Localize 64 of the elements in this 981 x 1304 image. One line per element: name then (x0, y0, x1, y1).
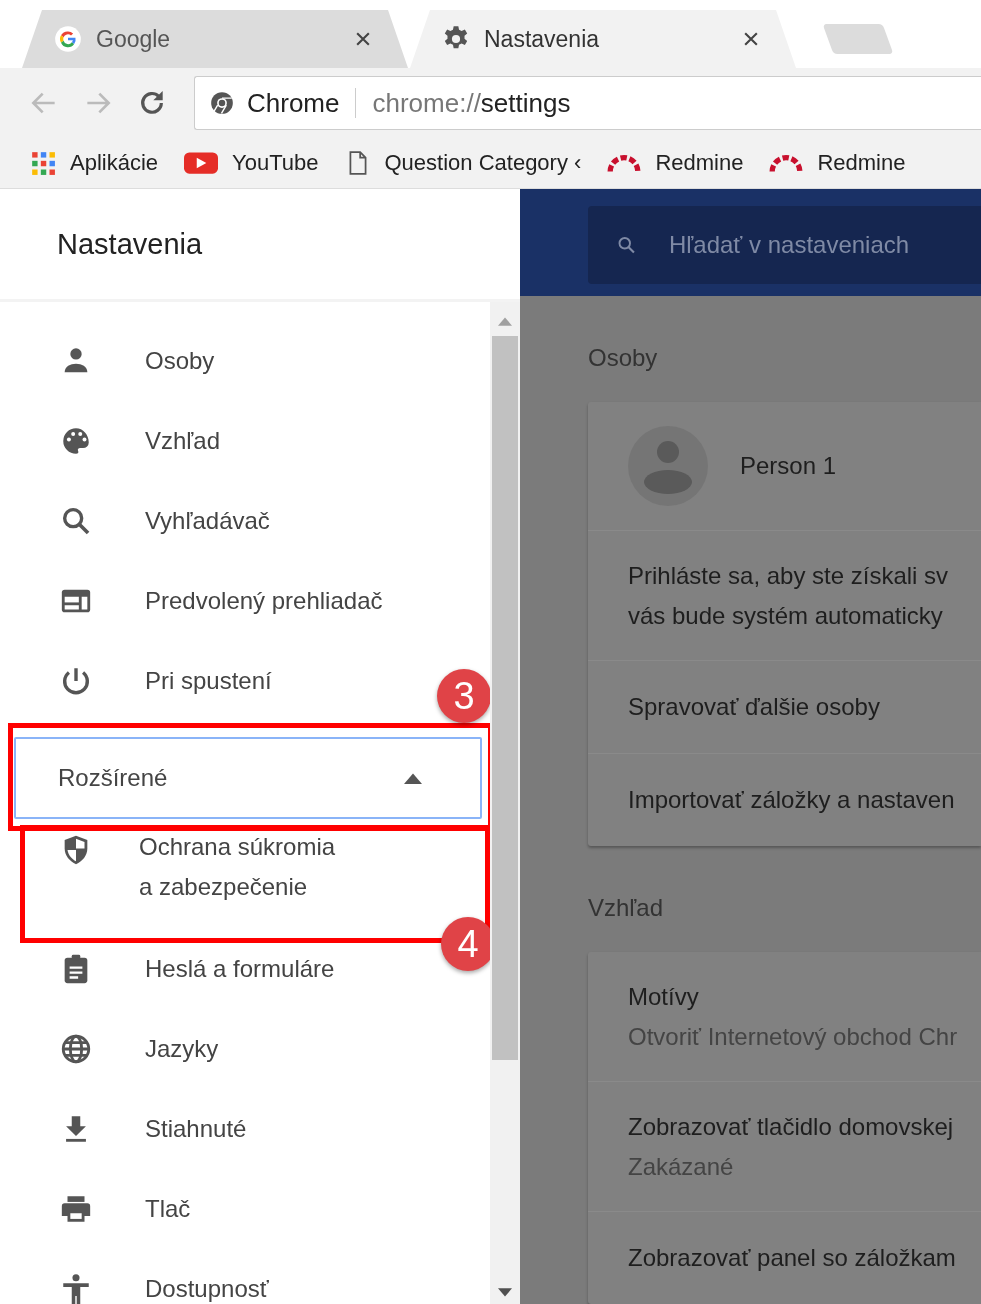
menu-label: Osoby (145, 346, 215, 376)
row-text: Spravovať ďalšie osoby (628, 692, 881, 722)
section-title: Vzhľad (588, 894, 665, 923)
settings-row[interactable]: Importovať záložky a nastaven (588, 754, 981, 846)
bookmark[interactable]: Redmine (607, 150, 744, 176)
settings-row[interactable]: Zobrazovať panel so záložkam (588, 1212, 981, 1304)
profile-name: Person 1 (740, 451, 837, 481)
setting-title: Motívy (628, 981, 700, 1012)
bookmark[interactable]: Redmine (769, 150, 906, 176)
menu-label[interactable]: Heslá a formuláre (145, 949, 335, 989)
play-icon (184, 150, 219, 176)
row-text: Importovať záložky a nastaven (628, 785, 956, 815)
avatar-icon (628, 426, 708, 506)
tab-title: Nastavenia (484, 25, 601, 53)
menu-label[interactable]: Jazyky (145, 1029, 219, 1069)
search-input[interactable]: Hľadať v nastaveniach (667, 230, 981, 260)
browser-tab[interactable]: Nastavenia (410, 10, 796, 68)
menu-item[interactable]: Osoby (0, 321, 227, 401)
row-text: Prihláste sa, aby ste získali sv (628, 560, 950, 591)
scroll-up-arrow-icon[interactable] (498, 316, 512, 326)
settings-row[interactable]: Motívy Otvoriť Internetový obchod Chr (588, 952, 981, 1082)
globe-icon (59, 1032, 93, 1066)
menu-label[interactable]: Stiahnuté (145, 1109, 247, 1149)
google-logo-icon (54, 25, 82, 53)
menu-label: Vzhľad (145, 426, 221, 456)
menu-label: Vyhľadávač (145, 506, 270, 536)
step-badge: 3 (437, 669, 490, 723)
row-text: vás bude systém automaticky (628, 600, 944, 631)
menu-label: Pri spustení (145, 666, 272, 696)
bookmark[interactable]: Question Category ‹ (344, 150, 582, 176)
bookmark[interactable]: Aplikácie (30, 150, 159, 176)
step-badge: 4 (441, 917, 490, 971)
site-label: Chrome (247, 87, 340, 119)
close-icon[interactable] (356, 32, 370, 46)
tab-title: Google (96, 25, 172, 53)
menu-item[interactable]: Vyhľadávač (0, 481, 282, 561)
menu-label: Predvolený prehliadač (145, 586, 383, 616)
apps-grid-icon (30, 150, 56, 176)
menu-item[interactable]: Predvolený prehliadač (0, 561, 395, 641)
sidebar-title: Nastavenia (57, 227, 203, 261)
menu-label[interactable]: Ochrana súkromia a zabezpečenie (139, 827, 351, 907)
browser-tab[interactable]: Google (22, 10, 408, 68)
setting-value: Zakázané (628, 1151, 735, 1182)
scrollbar[interactable] (490, 302, 520, 1304)
advanced-toggle[interactable]: Rozšírené (14, 737, 482, 819)
scroll-down-arrow-icon[interactable] (498, 1288, 512, 1298)
setting-title: Zobrazovať tlačidlo domovskej (628, 1111, 955, 1142)
menu-item[interactable]: Vzhľad (0, 401, 233, 481)
section-title: Osoby (588, 344, 659, 373)
settings-row[interactable]: Spravovať ďalšie osoby (588, 661, 981, 754)
bookmark[interactable]: YouTube (184, 150, 319, 176)
url-text: chrome://settings (372, 87, 571, 119)
search-field[interactable]: Hľadať v nastaveniach (588, 206, 981, 284)
caret-icon (404, 772, 422, 784)
address-bar[interactable]: Chrome chrome://settings (194, 76, 981, 130)
settings-row[interactable]: Zobrazovať tlačidlo domovskej Zakázané (588, 1082, 981, 1212)
settings-row[interactable]: Prihláste sa, aby ste získali sv vás bude systém automaticky (588, 531, 981, 661)
menu-label[interactable]: Dostupnosť (145, 1269, 269, 1304)
chrome-logo-icon (209, 90, 235, 116)
close-icon[interactable] (744, 32, 758, 46)
menu-label[interactable]: Tlač (145, 1189, 191, 1229)
row-text: Zobrazovať panel so záložkam (628, 1243, 957, 1273)
setting-value: Otvoriť Internetový obchod Chr (628, 1021, 959, 1052)
menu-item[interactable]: Pri spustení (0, 641, 284, 721)
